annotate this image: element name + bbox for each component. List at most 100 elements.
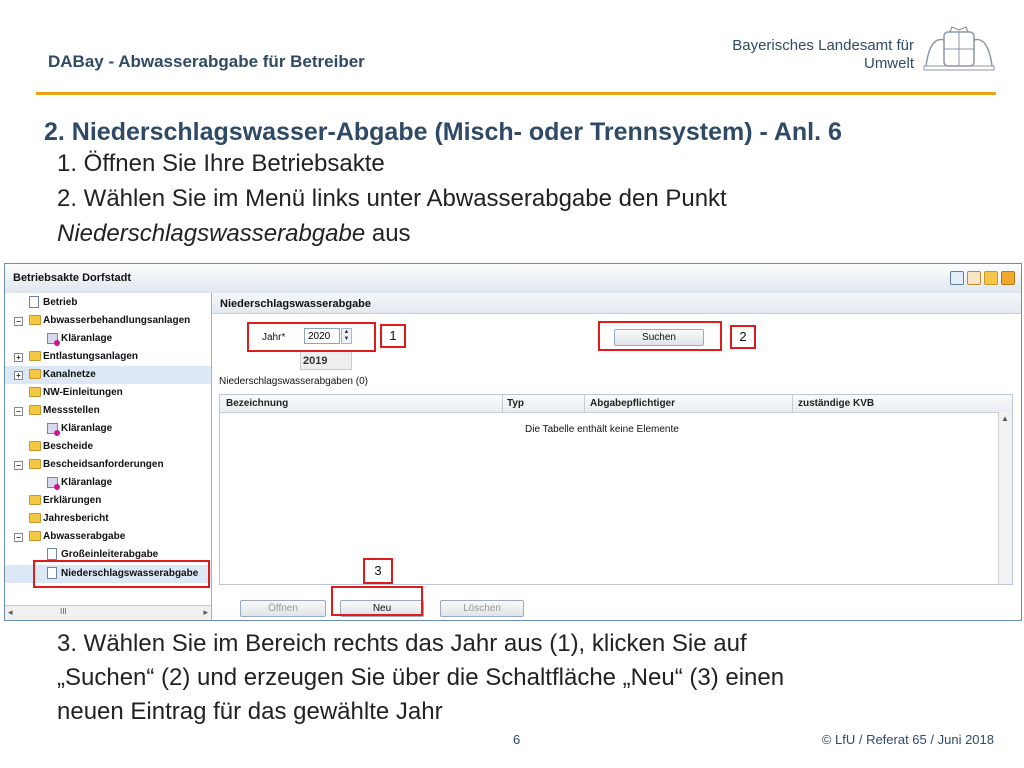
empty-table-message: Die Tabelle enthält keine Elemente xyxy=(525,424,679,435)
document-icon xyxy=(29,296,39,308)
collapse-icon[interactable]: − xyxy=(14,317,23,326)
tree-item-label: Großeinleiterabgabe xyxy=(61,549,159,560)
copy-icon[interactable] xyxy=(984,271,998,285)
tree-item-label: NW-Einleitungen xyxy=(43,387,123,398)
instruction-step-3: 3. Wählen Sie im Bereich rechts das Jahr… xyxy=(57,627,957,729)
toolbar-icons xyxy=(950,271,1015,285)
tree-item-label: Kläranlage xyxy=(61,333,113,344)
instruction-step-3-line-2: „Suchen“ (2) und erzeugen Sie über die S… xyxy=(57,664,785,691)
header-divider xyxy=(36,92,996,95)
scroll-right-icon[interactable]: ▸ xyxy=(203,607,208,618)
tree-item-klaeranlage[interactable]: Kläranlage xyxy=(5,420,211,438)
folder-icon xyxy=(29,513,41,523)
tree-item-label: Bescheide xyxy=(43,441,94,452)
column-header-typ[interactable]: Typ xyxy=(507,398,524,409)
organization-line-2: Umwelt xyxy=(863,55,914,72)
edit-icon[interactable] xyxy=(967,271,981,285)
panel-title: Niederschlagswasserabgabe xyxy=(220,298,372,310)
tree-item-kanalnetze[interactable]: + Kanalnetze xyxy=(5,366,211,384)
folder-icon xyxy=(29,495,41,505)
collapse-icon[interactable]: − xyxy=(14,407,23,416)
tree-item-jahresbericht[interactable]: Jahresbericht xyxy=(5,510,211,528)
window-title: Betriebsakte Dorfstadt xyxy=(13,272,131,284)
tree-item-klaeranlage[interactable]: Kläranlage xyxy=(5,474,211,492)
instruction-suffix: aus xyxy=(365,220,411,247)
tree-item-label: Abwasserabgabe xyxy=(43,531,126,542)
tree-item-label: Erklärungen xyxy=(43,495,102,506)
copyright-notice: © LfU / Referat 65 / Juni 2018 xyxy=(821,732,994,747)
tree-item-label: Jahresbericht xyxy=(43,513,109,524)
tree-item-label: Messstellen xyxy=(43,405,100,416)
callout-box-search xyxy=(598,321,722,351)
table-header: Bezeichnung Typ Abgabepflichtiger zustän… xyxy=(220,395,1012,413)
tree-item-nw-einleitungen[interactable]: NW-Einleitungen xyxy=(5,384,211,402)
delete-button[interactable]: Löschen xyxy=(440,600,524,617)
plant-icon xyxy=(47,477,60,490)
open-button[interactable]: Öffnen xyxy=(240,600,326,617)
tree-item-label: Kläranlage xyxy=(61,477,113,488)
instruction-step-2: 2. Wählen Sie im Menü links unter Abwass… xyxy=(57,185,727,212)
scroll-up-icon[interactable]: ▲ xyxy=(1001,414,1009,423)
tree-horizontal-scrollbar[interactable]: ◂ III ▸ xyxy=(5,605,211,620)
table-vertical-scrollbar[interactable]: ▲ xyxy=(998,412,1012,584)
column-header-zustaendige-kvb[interactable]: zuständige KVB xyxy=(798,398,874,409)
folder-icon xyxy=(29,441,41,451)
column-separator xyxy=(584,395,585,412)
column-separator xyxy=(792,395,793,412)
collapse-icon[interactable]: − xyxy=(14,533,23,542)
tree-item-messstellen[interactable]: − Messstellen xyxy=(5,402,211,420)
tree-item-label: Kläranlage xyxy=(61,423,113,434)
year-tooltip: 2019 xyxy=(300,351,352,370)
folder-icon xyxy=(29,459,41,469)
export-icon[interactable] xyxy=(1001,271,1015,285)
column-header-bezeichnung[interactable]: Bezeichnung xyxy=(226,398,288,409)
tree-item-label: Betrieb xyxy=(43,297,78,308)
column-separator xyxy=(502,395,503,412)
coat-of-arms-logo xyxy=(923,26,995,71)
folder-icon xyxy=(29,369,41,379)
slide-heading: 2. Niederschlagswasser-Abgabe (Misch- od… xyxy=(44,118,842,146)
expand-icon[interactable]: + xyxy=(14,353,23,362)
callout-box-year xyxy=(247,322,376,352)
tree-item-label: Abwasserbehandlungsanlagen xyxy=(43,315,191,326)
tree-item-abwasserbehandlungsanlagen[interactable]: − Abwasserbehandlungsanlagen xyxy=(5,312,211,330)
list-view-icon[interactable] xyxy=(950,271,964,285)
tree-item-label: Entlastungsanlagen xyxy=(43,351,139,362)
tree-item-label: Kanalnetze xyxy=(43,369,96,380)
folder-icon xyxy=(29,387,41,397)
callout-box-new-button xyxy=(331,586,423,616)
organization-name: Bayerisches Landesamt für Umwelt xyxy=(732,37,914,73)
folder-icon xyxy=(29,531,41,541)
instruction-step-3-line-3: neuen Eintrag für das gewählte Jahr xyxy=(57,698,443,725)
callout-number-1: 1 xyxy=(380,324,406,348)
instruction-step-1: 1. Öffnen Sie Ihre Betriebsakte xyxy=(57,150,385,177)
folder-icon xyxy=(29,315,41,325)
instruction-step-2-continued: Niederschlagswasserabgabe aus xyxy=(57,220,411,248)
plant-icon xyxy=(47,423,60,436)
tree-item-klaeranlage[interactable]: Kläranlage xyxy=(5,330,211,348)
organization-line-1: Bayerisches Landesamt für xyxy=(732,37,914,54)
results-table: Bezeichnung Typ Abgabepflichtiger zustän… xyxy=(219,394,1013,585)
scroll-thumb-grip[interactable]: III xyxy=(60,607,67,616)
page-number: 6 xyxy=(513,732,521,747)
tree-item-bescheidsanforderungen[interactable]: − Bescheidsanforderungen xyxy=(5,456,211,474)
callout-box-tree-item xyxy=(33,560,210,588)
tree-item-entlastungsanlagen[interactable]: + Entlastungsanlagen xyxy=(5,348,211,366)
expand-icon[interactable]: + xyxy=(14,371,23,380)
instruction-step-3-line-1: 3. Wählen Sie im Bereich rechts das Jahr… xyxy=(57,630,747,657)
collapse-icon[interactable]: − xyxy=(14,461,23,470)
tree-item-label: Bescheidsanforderungen xyxy=(43,459,164,470)
tree-item-betrieb[interactable]: Betrieb xyxy=(5,294,211,312)
column-header-abgabepflichtiger[interactable]: Abgabepflichtiger xyxy=(590,398,675,409)
presentation-title: DABay - Abwasserabgabe für Betreiber xyxy=(48,52,365,71)
app-titlebar: Betriebsakte Dorfstadt xyxy=(5,264,1021,294)
tree-item-erklaerungen[interactable]: Erklärungen xyxy=(5,492,211,510)
callout-number-3: 3 xyxy=(363,558,393,584)
panel-header: Niederschlagswasserabgabe xyxy=(212,293,1021,314)
table-caption: Niederschlagswasserabgaben (0) xyxy=(219,376,368,387)
tree-item-abwasserabgabe[interactable]: − Abwasserabgabe xyxy=(5,528,211,546)
tree-item-bescheide[interactable]: Bescheide xyxy=(5,438,211,456)
scroll-left-icon[interactable]: ◂ xyxy=(8,607,13,618)
callout-number-2: 2 xyxy=(730,325,756,349)
plant-icon xyxy=(47,333,60,346)
